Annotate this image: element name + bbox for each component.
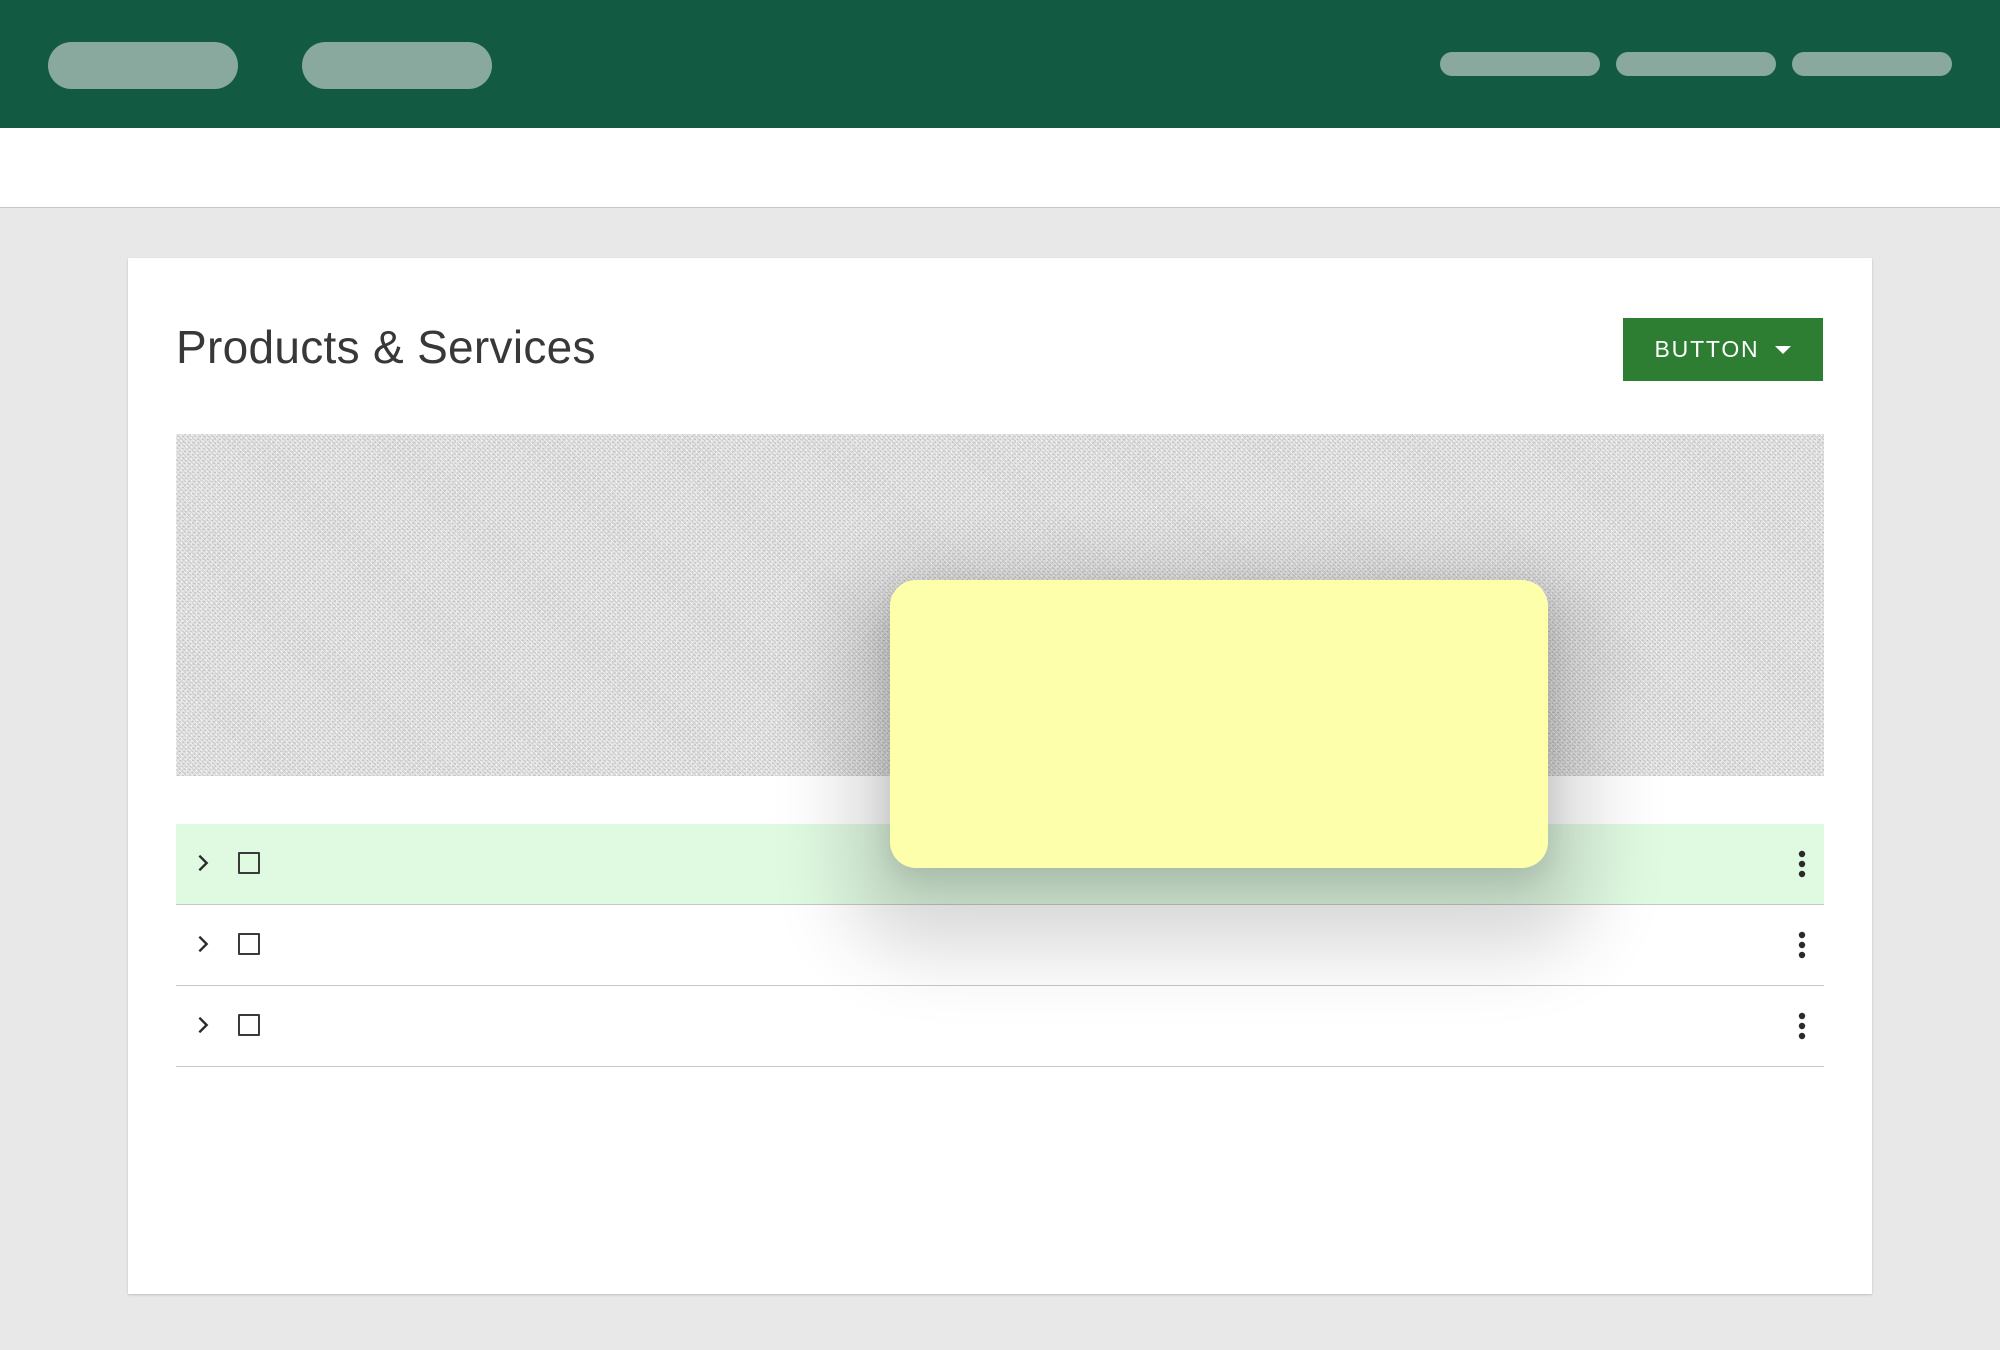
sticky-note-overlay[interactable] xyxy=(890,580,1548,868)
caret-down-icon xyxy=(1775,345,1792,354)
more-vertical-icon[interactable] xyxy=(1798,1012,1806,1040)
sub-header-bar xyxy=(0,128,2000,208)
table-row[interactable] xyxy=(176,905,1824,986)
nav-link-placeholder-2[interactable] xyxy=(1616,52,1776,76)
nav-link-placeholder-1[interactable] xyxy=(1440,52,1600,76)
nav-link-placeholder-3[interactable] xyxy=(1792,52,1952,76)
nav-item-placeholder-1[interactable] xyxy=(48,42,238,89)
top-nav-bar xyxy=(0,0,2000,128)
row-checkbox[interactable] xyxy=(238,852,260,874)
dropdown-button[interactable]: BUTTON xyxy=(1623,318,1823,381)
chevron-right-icon[interactable] xyxy=(192,933,214,955)
row-checkbox[interactable] xyxy=(238,933,260,955)
nav-item-placeholder-2[interactable] xyxy=(302,42,492,89)
chevron-right-icon[interactable] xyxy=(192,852,214,874)
row-checkbox[interactable] xyxy=(238,1014,260,1036)
page-title: Products & Services xyxy=(176,321,596,373)
dropdown-button-label: BUTTON xyxy=(1654,336,1760,362)
table-row[interactable] xyxy=(176,986,1824,1067)
more-vertical-icon[interactable] xyxy=(1798,850,1806,878)
chevron-right-icon[interactable] xyxy=(192,1014,214,1036)
more-vertical-icon[interactable] xyxy=(1798,931,1806,959)
